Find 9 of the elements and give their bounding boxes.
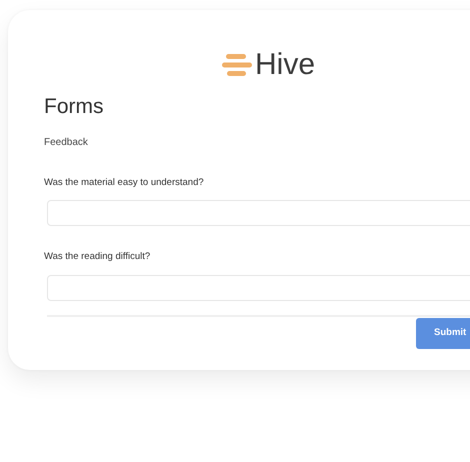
logo-text: Hive — [255, 50, 316, 80]
answer-field[interactable] — [47, 200, 470, 226]
submit-button[interactable]: Submit — [416, 318, 470, 349]
form-name: Feedback — [44, 136, 89, 150]
question-label: Was the reading difficult? — [44, 250, 152, 264]
question-label: Was the material easy to understand? — [44, 176, 205, 190]
answer-field[interactable] — [47, 274, 470, 301]
logo-icon — [222, 54, 252, 76]
page-title: Forms — [44, 94, 104, 120]
